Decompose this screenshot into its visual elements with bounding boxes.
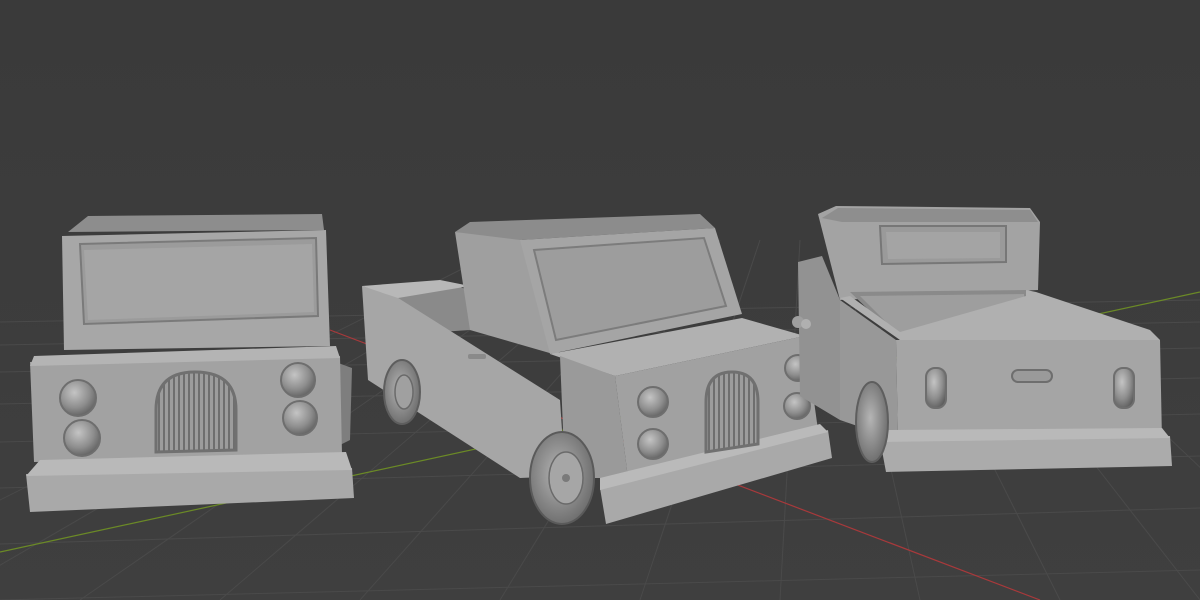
pickup-truck-front-view[interactable] (26, 214, 354, 512)
headlight-icon (637, 428, 669, 460)
headlight-icon (59, 379, 97, 417)
wheel-icon (855, 381, 889, 463)
headlight-icon (282, 400, 318, 436)
tailgate-handle (1011, 369, 1053, 383)
3d-viewport[interactable] (0, 0, 1200, 600)
headlight-icon (63, 419, 101, 457)
grille-icon (704, 370, 760, 454)
viewport-canvas[interactable] (0, 0, 1200, 600)
headlight-icon (637, 386, 669, 418)
tail-light-icon (1113, 367, 1135, 409)
headlight-icon (280, 362, 316, 398)
rear-bumper (880, 436, 1172, 472)
grille-icon (154, 370, 238, 454)
tail-light-icon (925, 367, 947, 409)
